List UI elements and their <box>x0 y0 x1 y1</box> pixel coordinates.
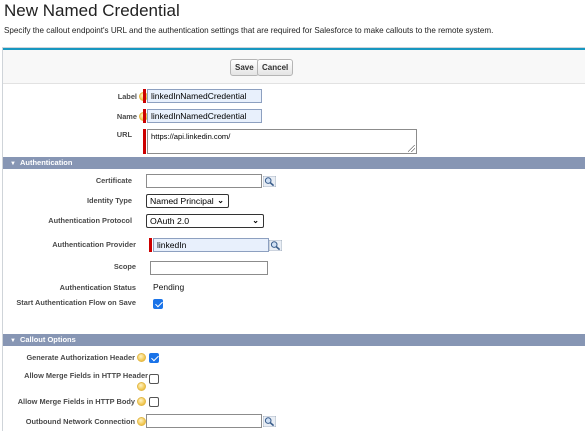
callout-options-section-header[interactable]: ▼ Callout Options <box>3 334 585 346</box>
url-value: https://api.linkedin.com/ <box>151 132 231 141</box>
merge-fields-header-checkbox[interactable] <box>149 374 159 384</box>
chevron-down-icon: ⌄ <box>252 216 259 225</box>
lookup-magnifier-icon[interactable] <box>263 176 276 187</box>
required-indicator <box>143 109 146 123</box>
required-indicator <box>149 238 152 252</box>
chevron-down-icon: ⌄ <box>217 196 224 205</box>
generate-auth-header-label: Generate Authorization Header <box>26 353 135 362</box>
cancel-button[interactable]: Cancel <box>257 59 294 76</box>
generate-auth-header-checkbox[interactable] <box>149 353 159 363</box>
help-icon[interactable] <box>137 417 146 426</box>
callout-options-section-title: Callout Options <box>19 335 76 344</box>
authentication-provider-input[interactable]: linkedIn <box>153 238 269 252</box>
outbound-network-connection-label: Outbound Network Connection <box>25 417 135 426</box>
label-field-label: Label <box>117 92 137 101</box>
identity-type-select[interactable]: Named Principal ⌄ <box>146 194 229 208</box>
name-input[interactable]: linkedInNamedCredential <box>147 109 262 123</box>
certificate-input[interactable] <box>146 174 262 188</box>
certificate-label: Certificate <box>95 176 132 185</box>
page-description: Specify the callout endpoint's URL and t… <box>4 26 494 35</box>
merge-fields-header-label: Allow Merge Fields in HTTP Header <box>24 371 148 380</box>
authentication-section-title: Authentication <box>19 158 73 167</box>
url-textarea[interactable]: https://api.linkedin.com/ <box>147 129 417 154</box>
authentication-provider-label: Authentication Provider <box>52 240 136 249</box>
help-icon[interactable] <box>137 397 146 406</box>
authentication-status-value: Pending <box>153 282 185 292</box>
url-field-label: URL <box>116 130 132 139</box>
authentication-protocol-label: Authentication Protocol <box>48 216 132 225</box>
required-indicator <box>143 89 146 103</box>
lookup-magnifier-icon[interactable] <box>263 416 276 427</box>
button-row: Save Cancel <box>3 50 585 84</box>
merge-fields-body-checkbox[interactable] <box>149 397 159 407</box>
authentication-protocol-value: OAuth 2.0 <box>150 216 190 226</box>
help-icon[interactable] <box>137 353 146 362</box>
triangle-down-icon: ▼ <box>10 161 16 167</box>
named-credential-form: Save Cancel Label linkedInNamedCredentia… <box>2 47 585 431</box>
label-input[interactable]: linkedInNamedCredential <box>147 89 262 103</box>
outbound-network-connection-input[interactable] <box>146 414 262 428</box>
identity-type-value: Named Principal <box>150 196 214 206</box>
page-title: New Named Credential <box>4 1 180 20</box>
required-indicator <box>143 129 146 154</box>
help-icon[interactable] <box>137 382 146 391</box>
identity-type-label: Identity Type <box>86 196 132 205</box>
merge-fields-body-label: Allow Merge Fields in HTTP Body <box>17 397 135 406</box>
authentication-status-label: Authentication Status <box>59 283 136 292</box>
triangle-down-icon: ▼ <box>10 338 16 344</box>
scope-input[interactable] <box>150 261 268 275</box>
scope-label: Scope <box>113 262 136 271</box>
name-field-label: Name <box>116 112 137 121</box>
authentication-protocol-select[interactable]: OAuth 2.0 ⌄ <box>146 214 264 228</box>
lookup-magnifier-icon[interactable] <box>269 240 282 251</box>
authentication-section-header[interactable]: ▼ Authentication <box>3 157 585 169</box>
save-button[interactable]: Save <box>230 59 259 76</box>
start-auth-flow-checkbox[interactable] <box>153 299 163 309</box>
resize-grip-icon[interactable] <box>408 145 415 152</box>
start-auth-flow-label: Start Authentication Flow on Save <box>16 298 136 307</box>
